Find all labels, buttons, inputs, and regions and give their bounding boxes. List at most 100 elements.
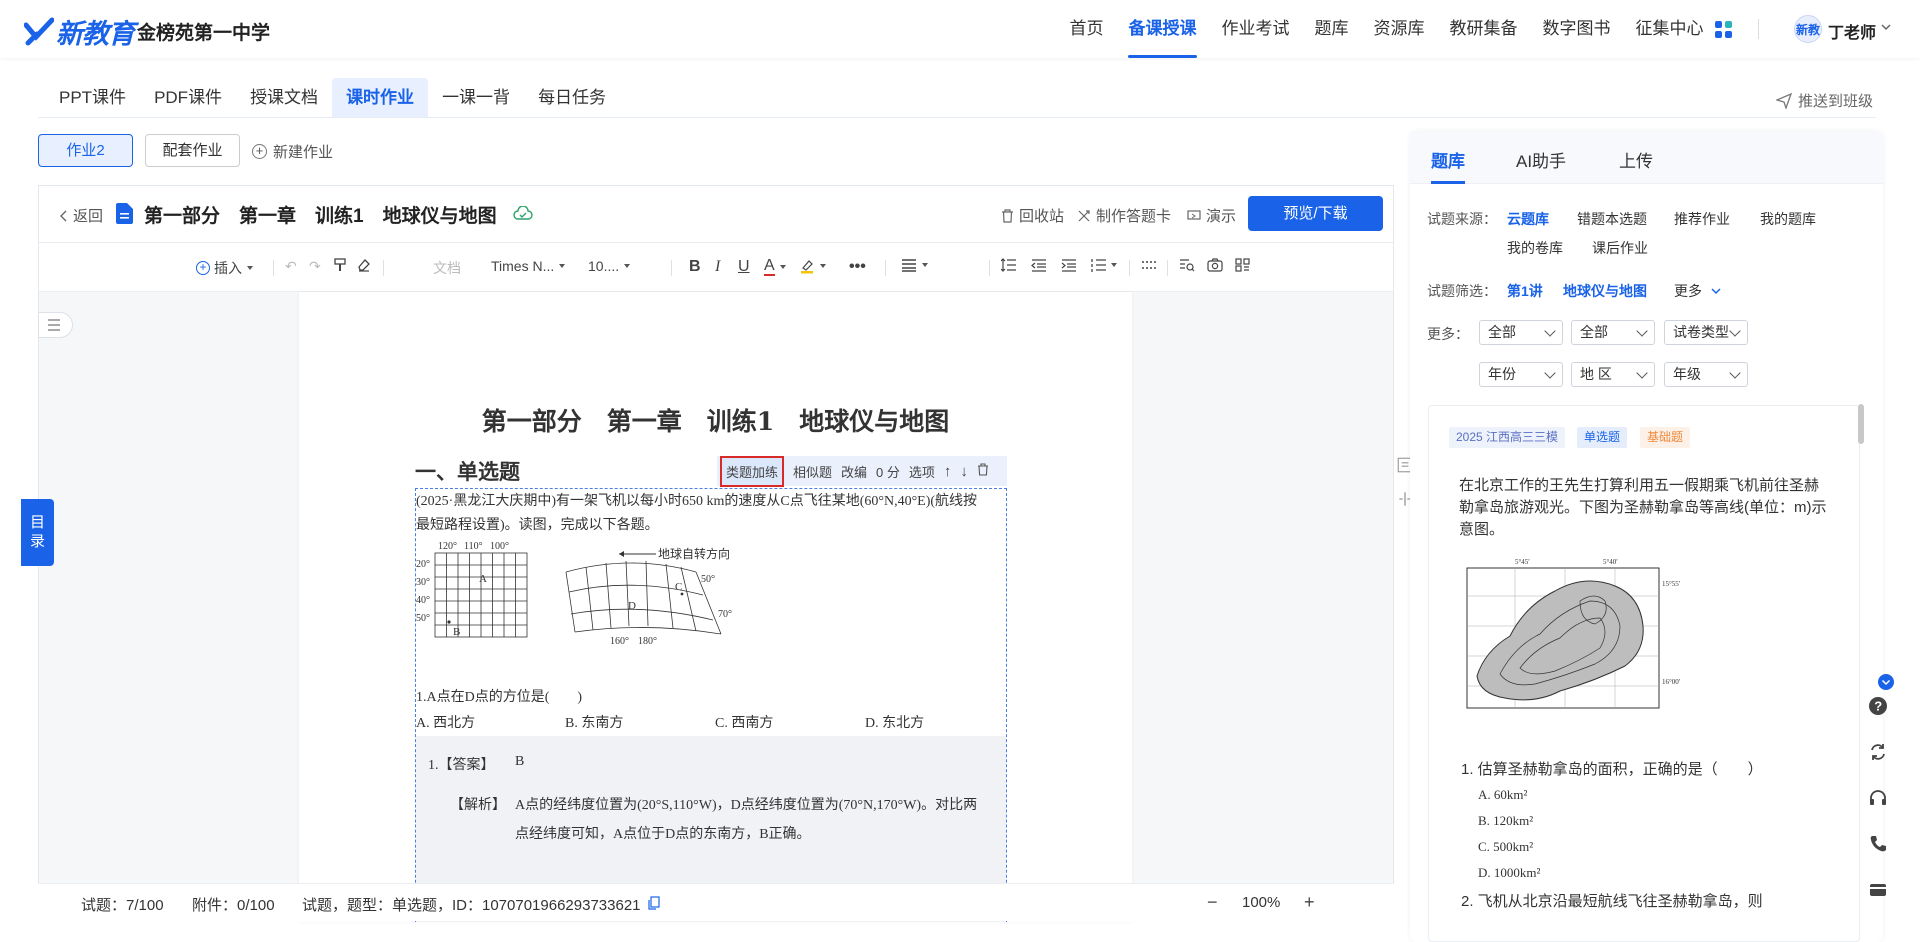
source-my-bank[interactable]: 我的题库 [1760,209,1816,229]
source-my-papers[interactable]: 我的卷库 [1507,238,1563,258]
italic-icon[interactable]: I [715,258,720,276]
paper-type-select[interactable]: 试卷类型 [1664,320,1748,345]
scan-icon[interactable] [1235,258,1250,272]
highlight-icon[interactable] [799,258,826,274]
format-painter-icon[interactable] [333,258,347,272]
font-size-select[interactable]: 10.... [588,258,631,274]
source-cloud-bank[interactable]: 云题库 [1507,209,1549,229]
align-icon[interactable] [901,258,928,272]
homework-2-button[interactable]: 作业2 [38,134,133,167]
nav-homework-exam[interactable]: 作业考试 [1209,0,1302,58]
section-heading: 一、单选题 [415,461,520,484]
redo-icon[interactable]: ↷ [309,258,321,275]
username[interactable]: 丁老师 [1828,19,1876,43]
nav-lesson-prep[interactable]: 备课授课 [1116,0,1209,58]
collapse-icon[interactable] [1878,674,1894,690]
card-option-d: D. 1000km² [1478,865,1541,880]
insert-menu[interactable]: + 插入 [196,258,253,278]
source-after-class[interactable]: 课后作业 [1592,238,1648,258]
zoom-out-button[interactable]: − [1207,892,1218,913]
question-card[interactable]: 2025 江西高三三模 单选题 基础题 在北京工作的王先生打算利用五一假期乘飞机… [1428,405,1860,942]
nav-teaching-research[interactable]: 教研集备 [1437,0,1530,58]
logo[interactable]: 新教育 [24,12,135,51]
tab-question-bank[interactable]: 题库 [1431,147,1465,184]
card-icon[interactable] [1868,880,1888,900]
tab-one-lesson-one-recite[interactable]: 一课一背 [428,78,524,118]
zoom-in-button[interactable]: + [1304,892,1315,913]
nav-digital-books[interactable]: 数字图书 [1530,0,1623,58]
option-c[interactable]: C. 西南方 [715,712,773,732]
tab-upload[interactable]: 上传 [1619,147,1653,172]
grade-select[interactable]: 年级 [1664,362,1748,387]
undo-icon[interactable]: ↶ [285,258,297,275]
move-down-icon[interactable]: ↓ [960,463,968,480]
tab-daily-tasks[interactable]: 每日任务 [524,78,620,118]
tab-class-homework[interactable]: 课时作业 [332,78,429,118]
filter-select-1[interactable]: 全部 [1479,320,1563,345]
bold-icon[interactable]: B [689,258,701,276]
source-wrong-book[interactable]: 错题本选题 [1577,209,1647,229]
paragraph-style-select[interactable]: 文档 [433,258,461,278]
underline-icon[interactable]: U [738,258,750,276]
source-recommended[interactable]: 推荐作业 [1674,209,1730,229]
dashed-line-icon[interactable] [1141,258,1157,272]
tab-ppt[interactable]: PPT课件 [45,78,140,118]
copy-icon[interactable] [648,896,660,910]
font-color-icon[interactable]: A [764,258,786,276]
option-b[interactable]: B. 东南方 [565,712,623,732]
refresh-icon[interactable] [1868,742,1888,762]
eraser-icon[interactable] [357,258,371,272]
recycle-bin-button[interactable]: 回收站 [1001,205,1064,226]
panel-scrollbar[interactable] [1858,404,1864,444]
nav-resources[interactable]: 资源库 [1361,0,1437,58]
table-of-contents-tab[interactable]: 目录 [21,499,54,566]
filter-more-button[interactable]: 更多 [1674,281,1722,301]
similar-practice-button[interactable]: 类题加练 [720,455,785,487]
similar-question-button[interactable]: 相似题 [793,462,832,481]
line-spacing-icon[interactable] [1001,258,1016,272]
present-button[interactable]: 演示 [1187,205,1236,226]
apps-grid-icon[interactable] [1715,21,1732,38]
tab-pdf[interactable]: PDF课件 [140,78,236,118]
preview-download-button[interactable]: 预览/下载 [1248,196,1383,231]
tab-ai-assistant[interactable]: AI助手 [1516,147,1566,172]
delete-icon[interactable] [977,463,989,479]
camera-icon[interactable] [1207,258,1223,272]
phone-icon[interactable] [1868,834,1888,854]
filter-topic[interactable]: 地球仪与地图 [1563,281,1647,301]
list-icon[interactable] [1091,258,1117,272]
nav-collection-center[interactable]: 征集中心 [1623,0,1716,58]
font-family-select[interactable]: Times N... [491,258,566,274]
help-icon[interactable]: ? [1868,696,1888,716]
option-a[interactable]: A. 西北方 [416,712,475,732]
year-select[interactable]: 年份 [1479,362,1563,387]
nav-divider [1758,19,1759,39]
score-button[interactable]: 0 分 [876,462,900,481]
document-page[interactable]: 第一部分 第一章 训练1 地球仪与地图 一、单选题 类题加练 相似题 改编 0 … [299,292,1132,922]
outline-toggle-button[interactable] [38,312,73,338]
more-icon[interactable]: ••• [849,258,866,276]
options-button[interactable]: 选项 [909,462,935,481]
headset-icon[interactable] [1868,788,1888,808]
map-left-label: 50° [416,613,430,624]
push-to-class-button[interactable]: 推送到班级 [1776,90,1873,111]
make-answer-card-button[interactable]: 制作答题卡 [1077,205,1171,226]
indent-increase-icon[interactable] [1061,258,1076,272]
chevron-down-icon[interactable] [1880,22,1892,32]
back-button[interactable]: 返回 [59,205,103,226]
filter-lesson-1[interactable]: 第1讲 [1507,281,1543,301]
option-d[interactable]: D. 东北方 [865,712,924,732]
indent-decrease-icon[interactable] [1031,258,1046,272]
tab-lesson-doc[interactable]: 授课文档 [236,78,332,118]
region-select[interactable]: 地 区 [1571,362,1655,387]
find-replace-icon[interactable] [1179,258,1195,272]
new-homework-button[interactable]: + 新建作业 [252,141,333,162]
nav-question-bank[interactable]: 题库 [1302,0,1361,58]
chevron-down-icon [1711,288,1721,295]
nav-home[interactable]: 首页 [1057,0,1116,58]
move-up-icon[interactable]: ↑ [944,463,952,480]
adapt-button[interactable]: 改编 [841,462,867,481]
filter-select-2[interactable]: 全部 [1571,320,1655,345]
avatar[interactable]: 新教 [1794,15,1822,43]
matching-homework-button[interactable]: 配套作业 [145,134,240,167]
